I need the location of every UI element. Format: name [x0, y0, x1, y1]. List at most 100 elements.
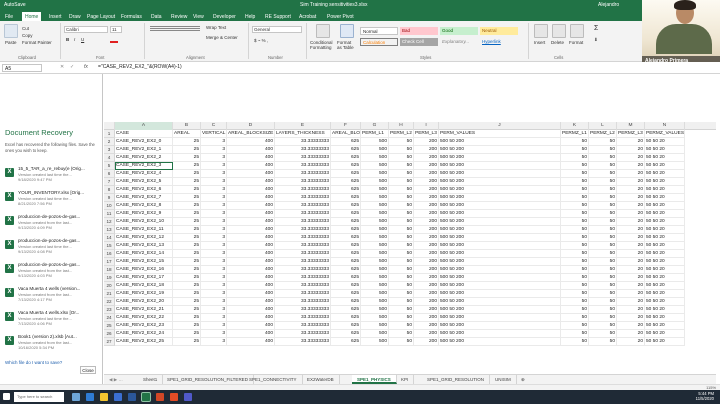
table-cell[interactable]: 200	[414, 266, 439, 274]
table-cell[interactable]: 400	[227, 194, 275, 202]
table-cell[interactable]: 50	[589, 274, 617, 282]
table-cell[interactable]: 50 50 20	[645, 322, 685, 330]
table-cell[interactable]: CASE_REV2_EX2_24	[115, 330, 173, 338]
table-cell[interactable]: 33.33333333	[275, 242, 331, 250]
table-cell[interactable]: 50	[589, 186, 617, 194]
autosum-icon[interactable]: Σ	[594, 25, 598, 32]
table-cell[interactable]: 50	[389, 170, 414, 178]
table-cell[interactable]: 625	[331, 322, 361, 330]
recovery-item[interactable]: Xproduccion-de-pozos-de-gas... Version cr…	[5, 238, 101, 259]
header-cell[interactable]: AREAL	[173, 130, 201, 138]
table-cell[interactable]: 25	[173, 162, 201, 170]
table-cell[interactable]: 50	[389, 258, 414, 266]
header-cell[interactable]: AREAL_BLOCK	[331, 130, 361, 138]
sheet-tab[interactable]: SPE1_GRID_RESOLUTION	[422, 375, 491, 384]
column-header[interactable]: C	[201, 122, 227, 130]
recovery-item[interactable]: Xproduccion-de-pozos-de-gas... Version cr…	[5, 262, 101, 283]
table-cell[interactable]: CASE_REV2_EX2_9	[115, 210, 173, 218]
table-cell[interactable]: 400	[227, 322, 275, 330]
format-button[interactable]: Format	[569, 40, 583, 45]
table-cell[interactable]: 50	[561, 178, 589, 186]
table-cell[interactable]: 50 50 20	[645, 194, 685, 202]
table-cell[interactable]: 500 50 200	[439, 178, 561, 186]
table-cell[interactable]: 200	[414, 186, 439, 194]
column-header[interactable]: E	[275, 122, 331, 130]
table-cell[interactable]: 50	[389, 298, 414, 306]
table-cell[interactable]: 400	[227, 298, 275, 306]
table-cell[interactable]: 25	[173, 186, 201, 194]
table-cell[interactable]: 625	[331, 274, 361, 282]
add-sheet-icon[interactable]: ⊕	[516, 375, 530, 384]
table-cell[interactable]: 50	[389, 234, 414, 242]
table-cell[interactable]: 50	[561, 234, 589, 242]
table-cell[interactable]: 500	[361, 330, 389, 338]
recovery-item[interactable]: X Book1 (version 2).xlsb [Aut... Version c…	[5, 334, 101, 355]
table-cell[interactable]: 33.33333333	[275, 178, 331, 186]
font-size-select[interactable]: 11	[110, 26, 122, 33]
sheet-tab[interactable]: UNISIM	[490, 375, 517, 384]
column-header[interactable]: F	[331, 122, 361, 130]
table-cell[interactable]: 20	[617, 306, 645, 314]
table-cell[interactable]: 400	[227, 274, 275, 282]
table-cell[interactable]: CASE_REV2_EX2_15	[115, 258, 173, 266]
table-cell[interactable]: 50	[561, 194, 589, 202]
row-header[interactable]: 25	[104, 322, 115, 330]
table-cell[interactable]: 200	[414, 138, 439, 146]
table-cell[interactable]: 3	[201, 170, 227, 178]
table-cell[interactable]: 50	[589, 162, 617, 170]
table-cell[interactable]: 625	[331, 138, 361, 146]
table-cell[interactable]: 625	[331, 266, 361, 274]
table-cell[interactable]: CASE_REV2_EX2_8	[115, 202, 173, 210]
task-view-icon[interactable]	[72, 393, 80, 401]
table-cell[interactable]: 200	[414, 306, 439, 314]
table-cell[interactable]: 400	[227, 250, 275, 258]
style-check-cell[interactable]: Check Cell	[400, 38, 438, 46]
row-header[interactable]: 18	[104, 266, 115, 274]
table-cell[interactable]: 400	[227, 314, 275, 322]
table-cell[interactable]: 25	[173, 234, 201, 242]
table-cell[interactable]: CASE_REV2_EX2_12	[115, 234, 173, 242]
enter-icon[interactable]: ✓	[70, 64, 74, 70]
recovery-close-button[interactable]: Close	[80, 366, 96, 374]
table-cell[interactable]: 25	[173, 306, 201, 314]
table-cell[interactable]: 500 50 200	[439, 250, 561, 258]
row-header[interactable]: 12	[104, 218, 115, 226]
windows-start-icon[interactable]	[3, 393, 10, 400]
table-cell[interactable]: 50 50 20	[645, 258, 685, 266]
table-cell[interactable]: 3	[201, 146, 227, 154]
table-cell[interactable]: 50	[389, 202, 414, 210]
header-cell[interactable]: PERM_L1	[361, 130, 389, 138]
sheet-tab[interactable]: Sheet1	[138, 375, 164, 384]
table-cell[interactable]: 50	[589, 178, 617, 186]
table-cell[interactable]: CASE_REV2_EX2_2	[115, 154, 173, 162]
table-cell[interactable]: 50	[589, 170, 617, 178]
table-cell[interactable]: 400	[227, 210, 275, 218]
table-cell[interactable]: 500 50 200	[439, 274, 561, 282]
sheet-tab[interactable]: SPE1_PHYSICS	[352, 375, 397, 384]
table-cell[interactable]: 50	[561, 322, 589, 330]
header-cell[interactable]: PERMZ_L2	[589, 130, 617, 138]
table-cell[interactable]: CASE_REV2_EX2_21	[115, 306, 173, 314]
chrome-icon[interactable]	[170, 393, 178, 401]
table-cell[interactable]: 400	[227, 170, 275, 178]
table-cell[interactable]: 50	[389, 186, 414, 194]
row-header[interactable]: 11	[104, 210, 115, 218]
table-cell[interactable]: 200	[414, 154, 439, 162]
delete-button[interactable]: Delete	[551, 40, 564, 45]
table-cell[interactable]: 20	[617, 314, 645, 322]
table-cell[interactable]: 50	[589, 202, 617, 210]
table-cell[interactable]: 500 50 200	[439, 314, 561, 322]
table-cell[interactable]: 33.33333333	[275, 274, 331, 282]
table-cell[interactable]: 50	[589, 138, 617, 146]
table-cell[interactable]: 625	[331, 226, 361, 234]
cut-button[interactable]: Cut	[22, 26, 29, 31]
table-cell[interactable]: 33.33333333	[275, 194, 331, 202]
table-cell[interactable]: 500 50 200	[439, 330, 561, 338]
table-cell[interactable]: 500	[361, 170, 389, 178]
table-cell[interactable]: 3	[201, 226, 227, 234]
table-cell[interactable]: 50	[389, 338, 414, 346]
copy-button[interactable]: Copy	[22, 33, 33, 38]
table-cell[interactable]: 50	[389, 138, 414, 146]
table-cell[interactable]: 20	[617, 250, 645, 258]
table-cell[interactable]: 200	[414, 258, 439, 266]
